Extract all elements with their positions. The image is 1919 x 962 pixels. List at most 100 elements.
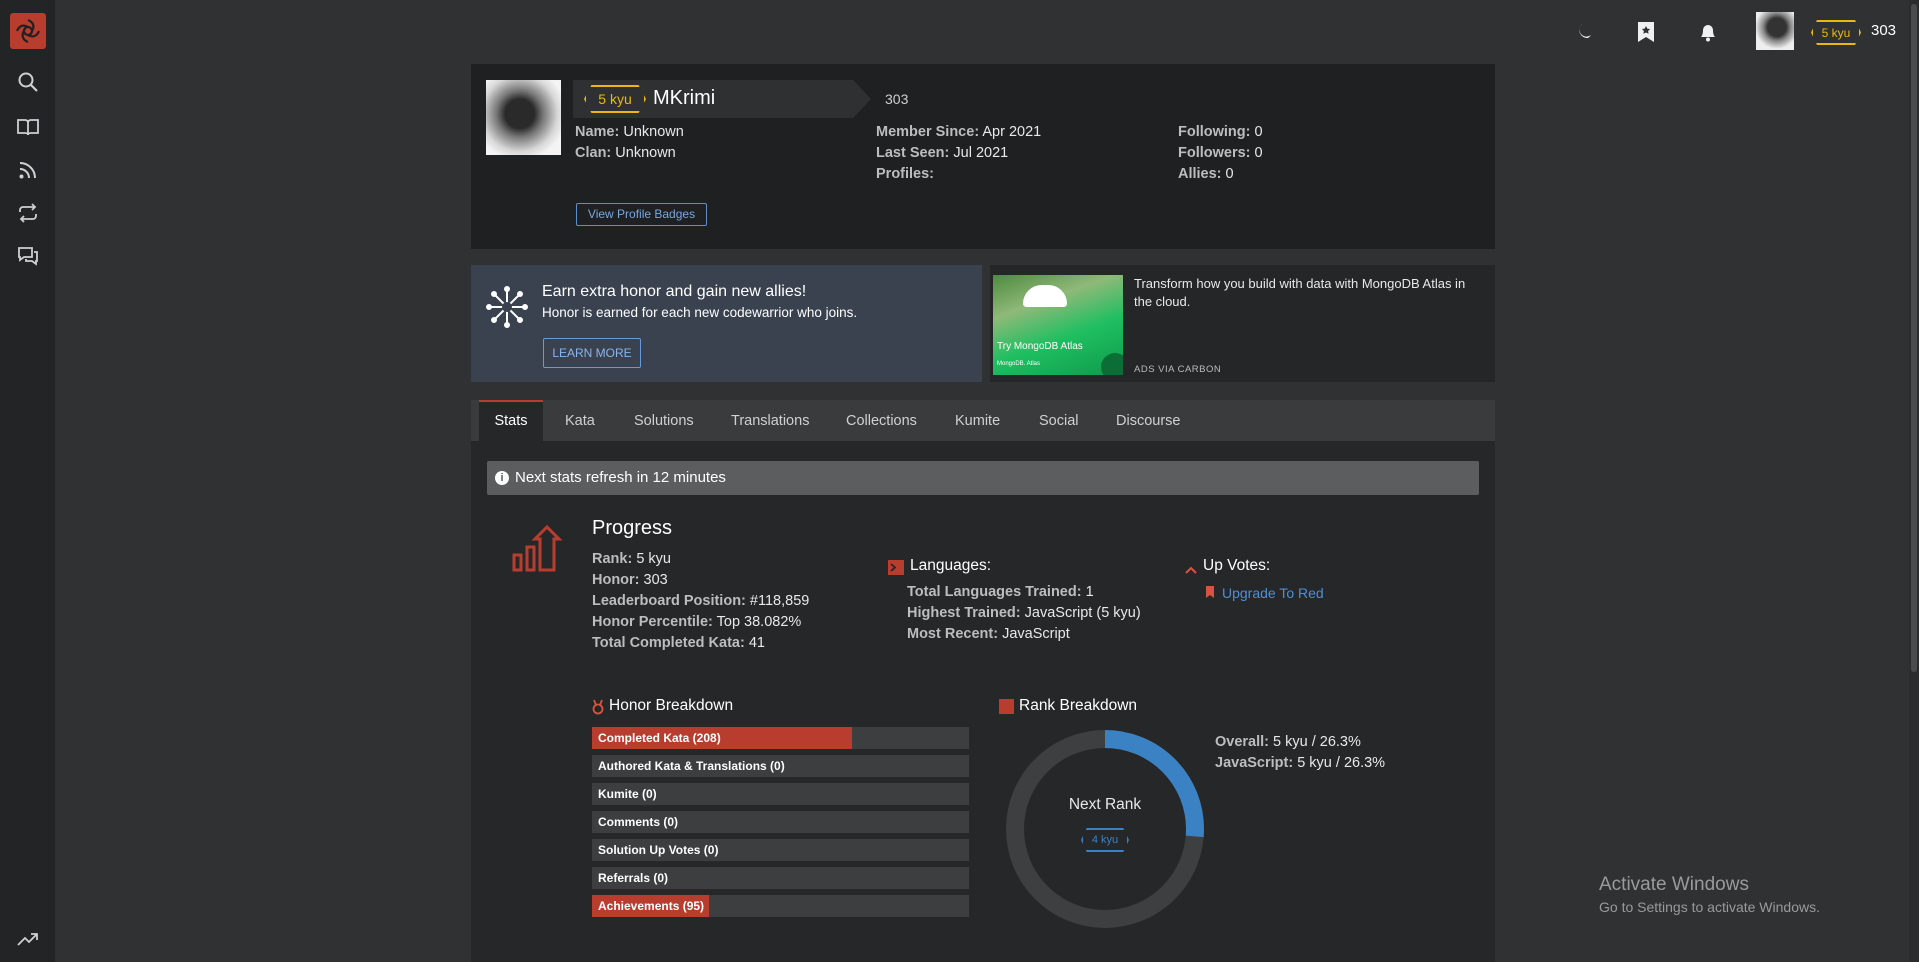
stats-content: i Next stats refresh in 12 minutes Progr… — [471, 441, 1495, 962]
learn-more-button[interactable]: LEARN MORE — [543, 338, 641, 368]
rank-label: Rank: — [592, 551, 633, 567]
tab-kata[interactable]: Kata — [565, 400, 595, 441]
clan-label: Clan: — [575, 145, 612, 161]
honor-bar-label: Referrals (0) — [598, 871, 669, 885]
notice-text: Next stats refresh in 12 minutes — [515, 469, 726, 486]
chevron-up-icon — [1185, 562, 1197, 580]
ad-image[interactable]: Try MongoDB Atlas MongoDB. Atlas — [993, 275, 1123, 375]
followers-label: Followers: — [1178, 145, 1251, 161]
highest-trained-value: JavaScript (5 kyu) — [1024, 605, 1141, 621]
tab-solutions[interactable]: Solutions — [634, 400, 694, 441]
tab-discourse[interactable]: Discourse — [1116, 400, 1180, 441]
name-row: Name: Unknown — [575, 122, 684, 143]
honor-bar-label: Comments (0) — [598, 815, 679, 829]
upvotes-title: Up Votes: — [1203, 557, 1271, 574]
tab-kumite[interactable]: Kumite — [955, 400, 1000, 441]
following-row: Following: 0 — [1178, 122, 1263, 143]
percentile-label: Honor Percentile: — [592, 614, 713, 630]
honor-bar-row: Authored Kata & Translations (0) — [592, 755, 969, 777]
most-recent-label: Most Recent: — [907, 626, 999, 642]
javascript-row: JavaScript: 5 kyu / 26.3% — [1215, 753, 1385, 774]
referral-promo: Earn extra honor and gain new allies! Ho… — [471, 265, 982, 382]
honor-bar-label: Authored Kata & Translations (0) — [598, 759, 785, 773]
percentile-row: Honor Percentile: Top 38.082% — [592, 612, 809, 633]
highest-trained-label: Highest Trained: — [907, 605, 1021, 621]
profiles-row: Profiles: — [876, 164, 1041, 185]
name-value: Unknown — [623, 124, 684, 140]
carbon-ad[interactable]: Try MongoDB Atlas MongoDB. Atlas Transfo… — [990, 265, 1495, 382]
rank-value: 5 kyu — [636, 551, 671, 567]
leaderboard-row: Leaderboard Position: #118,859 — [592, 591, 809, 612]
rank-square-icon — [999, 699, 1014, 714]
bell-icon[interactable] — [1693, 17, 1723, 47]
honor-value: 303 — [643, 572, 668, 588]
followers-value: 0 — [1254, 145, 1263, 161]
honor-breakdown-title: Honor Breakdown — [609, 697, 734, 714]
scrollbar-thumb[interactable] — [1911, 4, 1917, 672]
name-label: Name: — [575, 124, 620, 140]
sidebar — [0, 0, 55, 962]
moon-icon[interactable] — [1569, 17, 1599, 47]
following-value: 0 — [1254, 124, 1263, 140]
honor-breakdown-bars: Completed Kata (208) Authored Kata & Tran… — [592, 727, 969, 917]
windows-activation-watermark: Activate Windows Go to Settings to activ… — [1599, 874, 1820, 915]
ad-corner-shape — [1101, 353, 1123, 375]
rank-breakdown-list: Overall: 5 kyu / 26.3% JavaScript: 5 kyu… — [1215, 732, 1385, 774]
sparkle-icon — [485, 285, 529, 329]
membership-info: Member Since: Apr 2021 Last Seen: Jul 20… — [876, 122, 1041, 185]
profile-avatar — [486, 80, 561, 155]
languages-trained-label: Total Languages Trained: — [907, 584, 1082, 600]
languages-list: Total Languages Trained: 1 Highest Train… — [907, 582, 1141, 645]
next-rank-badge: 4 kyu — [1081, 828, 1129, 852]
tab-social[interactable]: Social — [1039, 400, 1079, 441]
info-icon: i — [495, 471, 509, 485]
cloud-icon — [1023, 285, 1067, 307]
ad-footer[interactable]: ADS VIA CARBON — [1134, 364, 1221, 375]
tab-collections[interactable]: Collections — [846, 400, 917, 441]
overall-value: 5 kyu / 26.3% — [1273, 734, 1361, 750]
rss-icon[interactable] — [14, 156, 41, 183]
honor-count: 303 — [1871, 22, 1897, 39]
trending-icon[interactable] — [14, 925, 41, 952]
progress-icon — [512, 524, 564, 573]
languages-trained-value: 1 — [1085, 584, 1094, 600]
most-recent-row: Most Recent: JavaScript — [907, 624, 1141, 645]
page-scrollbar[interactable] — [1909, 0, 1919, 962]
honor-bar-row: Referrals (0) — [592, 867, 969, 889]
ad-image-caption: Try MongoDB Atlas — [997, 341, 1083, 352]
honor-bar-row: Comments (0) — [592, 811, 969, 833]
windows-title: Activate Windows — [1599, 874, 1749, 895]
medal-icon — [592, 699, 604, 720]
search-icon[interactable] — [14, 68, 41, 95]
view-badges-button[interactable]: View Profile Badges — [576, 203, 707, 226]
book-icon[interactable] — [14, 113, 41, 140]
progress-title: Progress — [592, 517, 673, 539]
windows-subtitle: Go to Settings to activate Windows. — [1599, 899, 1820, 915]
promo-title: Earn extra honor and gain new allies! — [542, 283, 807, 300]
ad-text[interactable]: Transform how you build with data with M… — [1134, 275, 1484, 311]
repeat-icon[interactable] — [14, 199, 41, 226]
chat-icon[interactable] — [14, 242, 41, 269]
highest-trained-row: Highest Trained: JavaScript (5 kyu) — [907, 603, 1141, 624]
logo-icon[interactable] — [10, 13, 46, 49]
tab-stats[interactable]: Stats — [479, 400, 543, 441]
bookmark-icon[interactable] — [1631, 17, 1661, 47]
next-rank-label: Next Rank — [1068, 796, 1142, 813]
terminal-icon — [888, 560, 904, 575]
honor-bar-row: Achievements (95) — [592, 895, 969, 917]
rank-breakdown-title: Rank Breakdown — [1019, 697, 1138, 714]
tab-translations[interactable]: Translations — [731, 400, 809, 441]
clan-value: Unknown — [615, 145, 676, 161]
honor-row: Honor: 303 — [592, 570, 809, 591]
last-seen-row: Last Seen: Jul 2021 — [876, 143, 1041, 164]
stats-notice: i Next stats refresh in 12 minutes — [487, 461, 1479, 495]
most-recent-value: JavaScript — [1002, 626, 1070, 642]
ad-image-brand: MongoDB. Atlas — [997, 361, 1041, 367]
avatar[interactable] — [1756, 12, 1794, 50]
honor-bar-label: Solution Up Votes (0) — [598, 843, 719, 857]
upgrade-to-red-link[interactable]: Upgrade To Red — [1222, 585, 1324, 601]
completed-label: Total Completed Kata: — [592, 635, 745, 651]
profile-panel: 5 kyu MKrimi 303 Name: Unknown Clan: Unk… — [471, 64, 1495, 249]
username: MKrimi — [653, 87, 716, 109]
honor-bar-row: Solution Up Votes (0) — [592, 839, 969, 861]
